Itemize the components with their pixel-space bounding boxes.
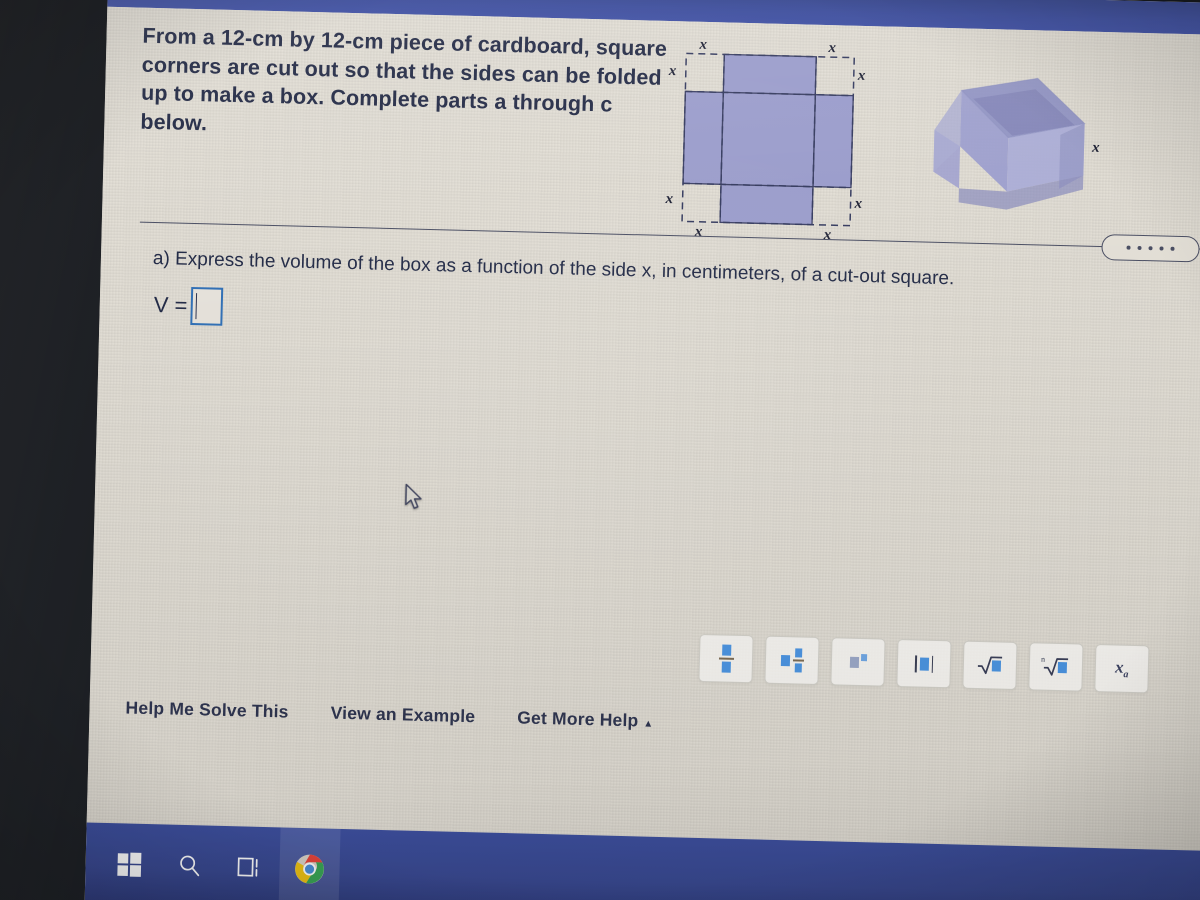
photo-backdrop: From a 12-cm by 12-cm piece of cardboard… — [0, 0, 1200, 900]
view-an-example-link[interactable]: View an Example — [330, 703, 475, 728]
absolute-value-icon — [914, 654, 934, 673]
chrome-icon — [295, 854, 325, 884]
mouse-cursor-icon — [403, 482, 428, 513]
math-input-palette: n xa — [698, 633, 1150, 694]
start-button[interactable] — [99, 823, 161, 900]
text-caret — [195, 293, 198, 320]
handle-dot — [1126, 245, 1131, 250]
mixed-number-icon — [780, 648, 804, 673]
nth-root-index: n — [1040, 654, 1046, 664]
net-label-right-top: x — [857, 67, 866, 84]
exponent-icon — [849, 653, 867, 668]
laptop-body: From a 12-cm by 12-cm piece of cardboard… — [0, 0, 1200, 900]
windows-icon — [117, 852, 142, 877]
caret-up-icon: ▲ — [643, 718, 654, 730]
box-svg — [933, 77, 1086, 210]
homework-page: From a 12-cm by 12-cm piece of cardboard… — [86, 6, 1200, 854]
handle-dot — [1137, 245, 1142, 251]
net-label-right-bottom: x — [854, 195, 863, 212]
task-view-icon — [237, 857, 258, 877]
chrome-button[interactable] — [278, 827, 341, 900]
handle-dot — [1159, 246, 1164, 251]
net-label-bottom-left: x — [694, 223, 703, 240]
subscript-variable-icon: xa — [1114, 657, 1129, 680]
net-label-bottom-right: x — [823, 226, 832, 244]
exponent-button[interactable] — [830, 637, 886, 687]
volume-label: V = — [153, 292, 188, 318]
search-button[interactable] — [159, 824, 221, 900]
fraction-button[interactable] — [698, 633, 754, 684]
nth-root-icon: n — [1040, 654, 1071, 679]
nth-root-button[interactable]: n — [1028, 642, 1084, 692]
square-root-button[interactable] — [962, 640, 1018, 690]
task-view-button[interactable] — [219, 826, 281, 900]
divider-collapse-handle[interactable] — [1101, 233, 1200, 263]
subscript-variable-button[interactable]: xa — [1094, 643, 1150, 694]
help-me-solve-this-link[interactable]: Help Me Solve This — [125, 697, 289, 722]
get-more-help-label: Get More Help — [516, 707, 639, 731]
folded-box-figure: x — [921, 67, 1135, 252]
net-label-left-top: x — [668, 62, 677, 80]
net-label-top-right: x — [828, 40, 837, 57]
handle-dot — [1148, 246, 1153, 251]
absolute-value-button[interactable] — [896, 638, 952, 689]
mixed-number-button[interactable] — [764, 635, 820, 685]
answer-row: V = — [153, 286, 223, 326]
cardboard-net-figure: x x x x x x x x — [661, 31, 917, 262]
box-label-height: x — [1091, 139, 1100, 156]
help-links-bar: Help Me Solve This View an Example Get M… — [125, 697, 654, 731]
get-more-help-link[interactable]: Get More Help ▲ — [517, 707, 654, 731]
laptop-screen: From a 12-cm by 12-cm piece of cardboard… — [84, 0, 1200, 900]
problem-statement: From a 12-cm by 12-cm piece of cardboard… — [140, 23, 668, 136]
search-icon — [180, 855, 200, 877]
volume-answer-input[interactable] — [189, 286, 223, 326]
square-root-icon — [976, 654, 1005, 677]
fraction-icon — [718, 644, 734, 673]
net-label-left-bottom: x — [665, 190, 674, 208]
handle-dot — [1170, 246, 1175, 251]
net-label-top-left: x — [699, 36, 708, 53]
